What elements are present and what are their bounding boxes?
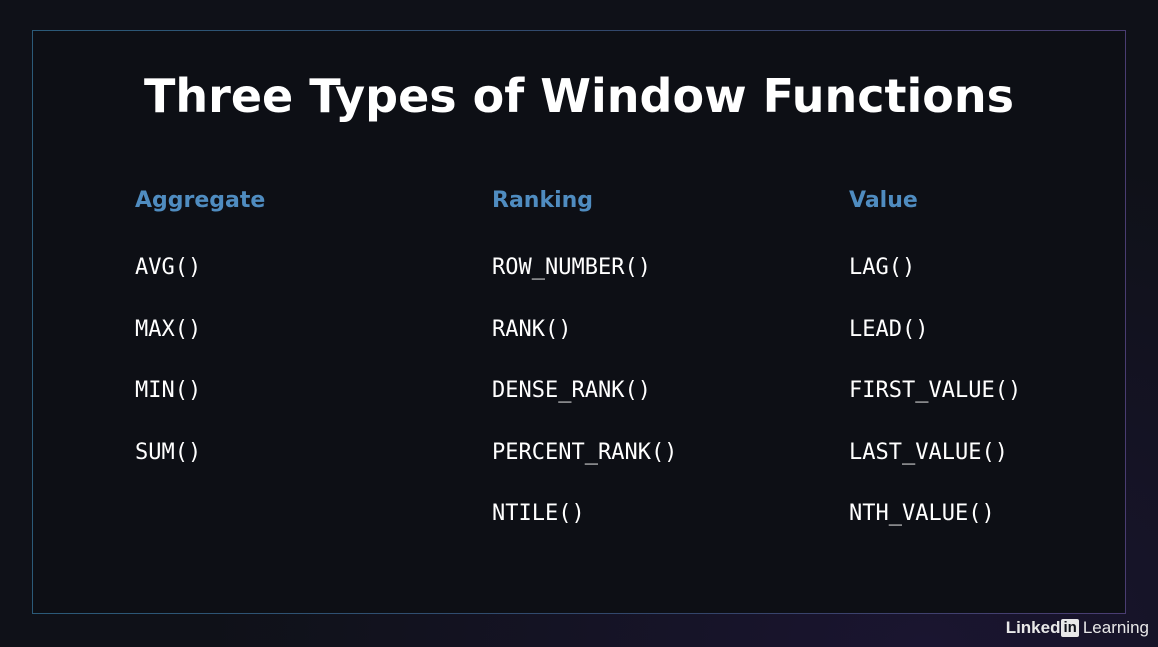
function-item: SUM() — [135, 439, 202, 465]
function-item: LAG() — [849, 255, 916, 280]
function-item: MAX() — [135, 316, 202, 342]
column-aggregate: Aggregate AVG() MAX() MIN() SUM() — [135, 186, 265, 499]
column-ranking: Ranking ROW_NUMBER() RANK() DENSE_RANK()… — [492, 186, 677, 561]
function-item: LEAD() — [849, 316, 929, 342]
function-item: NTH_VALUE() — [849, 501, 995, 526]
watermark-brand-suffix: Learning — [1082, 618, 1149, 637]
function-item: PERCENT_RANK() — [492, 439, 678, 465]
slide-title: Three Types of Window Functions — [144, 69, 1014, 123]
column-value: Value LAG() LEAD() FIRST_VALUE() LAST_VA… — [849, 186, 1021, 561]
function-item: MIN() — [135, 378, 202, 403]
function-item: RANK() — [492, 316, 572, 342]
linkedin-learning-watermark: Linked in Learning — [1006, 618, 1149, 638]
function-item: ROW_NUMBER() — [492, 255, 651, 280]
function-item: NTILE() — [492, 501, 585, 526]
linkedin-in-logo-icon: in — [1061, 619, 1079, 637]
function-item: DENSE_RANK() — [492, 378, 651, 403]
function-list-value: LAG() LEAD() FIRST_VALUE() LAST_VALUE() … — [849, 253, 1021, 529]
function-item: FIRST_VALUE() — [849, 378, 1022, 403]
function-item: AVG() — [135, 255, 202, 280]
column-heading-value: Value — [849, 188, 918, 213]
column-heading-ranking: Ranking — [492, 188, 594, 213]
watermark-brand-prefix: Linked — [1005, 618, 1061, 637]
function-item: LAST_VALUE() — [849, 439, 1008, 465]
column-heading-aggregate: Aggregate — [135, 188, 266, 213]
function-list-ranking: ROW_NUMBER() RANK() DENSE_RANK() PERCENT… — [492, 253, 677, 529]
function-list-aggregate: AVG() MAX() MIN() SUM() — [135, 253, 265, 468]
